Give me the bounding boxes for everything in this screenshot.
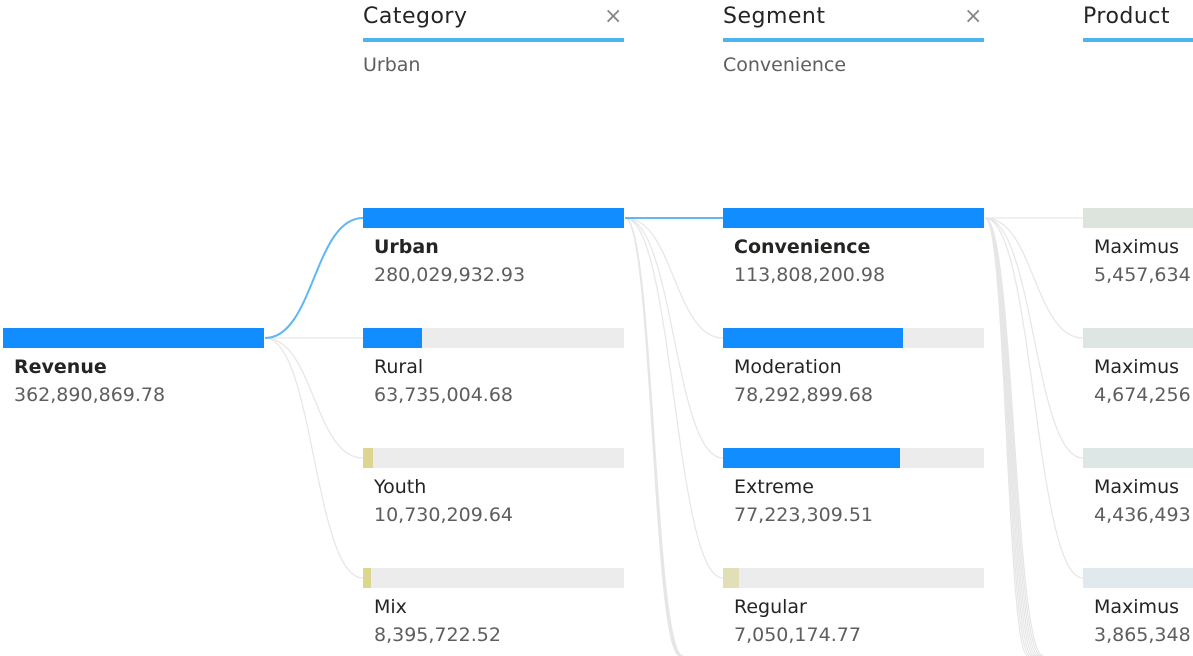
node-label: Convenience xyxy=(734,236,871,258)
connector-line xyxy=(264,337,364,579)
bar-fill xyxy=(363,328,422,348)
node-label: Maximus xyxy=(1094,596,1180,618)
column-underline xyxy=(363,38,624,42)
connector-line xyxy=(984,217,1040,656)
node-label: Maximus xyxy=(1094,476,1180,498)
category-node-rural[interactable]: Rural 63,735,004.68 xyxy=(363,328,624,416)
node-value: 113,808,200.98 xyxy=(734,264,886,286)
connector-line xyxy=(984,217,1036,656)
bar-fill xyxy=(723,448,900,468)
root-node[interactable]: Revenue 362,890,869.78 xyxy=(3,328,264,416)
category-node-mix[interactable]: Mix 8,395,722.52 xyxy=(363,568,624,656)
category-node-youth[interactable]: Youth 10,730,209.64 xyxy=(363,448,624,536)
connector-line xyxy=(624,217,724,459)
bar-track xyxy=(1083,448,1193,468)
node-label: Maximus xyxy=(1094,236,1180,258)
bar-track xyxy=(3,328,264,348)
column-title: Product xyxy=(1083,4,1171,29)
node-value: 7,050,174.77 xyxy=(734,624,861,646)
column-header-product: Product xyxy=(1083,0,1193,44)
connector-line xyxy=(624,217,684,656)
product-node[interactable]: Maximus 4,674,256 xyxy=(1083,328,1193,416)
bar-track xyxy=(363,568,624,588)
connector-line xyxy=(984,217,1044,656)
column-filter-segment: Convenience xyxy=(723,54,847,76)
close-icon[interactable]: × xyxy=(604,6,622,30)
segment-node-extreme[interactable]: Extreme 77,223,309.51 xyxy=(723,448,984,536)
column-header-category: Category × xyxy=(363,0,624,44)
node-value: 4,436,493 xyxy=(1094,504,1191,526)
bar-fill xyxy=(723,328,903,348)
connector-line xyxy=(984,217,1038,656)
bar-track xyxy=(1083,328,1193,348)
node-value: 280,029,932.93 xyxy=(374,264,526,286)
node-label: Moderation xyxy=(734,356,842,378)
column-underline xyxy=(723,38,984,42)
column-title: Segment xyxy=(723,4,826,29)
node-value: 78,292,899.68 xyxy=(734,384,874,406)
bar-fill xyxy=(363,208,624,228)
bar-fill xyxy=(363,448,373,468)
node-label: Extreme xyxy=(734,476,814,498)
node-value: 3,865,348 xyxy=(1094,624,1191,646)
node-value: 4,674,256 xyxy=(1094,384,1191,406)
column-header-segment: Segment × xyxy=(723,0,984,44)
bar-fill xyxy=(723,568,739,588)
node-value: 8,395,722.52 xyxy=(374,624,501,646)
node-value: 362,890,869.78 xyxy=(14,384,166,406)
node-label: Urban xyxy=(374,236,439,258)
connector-line xyxy=(984,217,1084,459)
column-filter-category: Urban xyxy=(363,54,421,76)
category-node-urban[interactable]: Urban 280,029,932.93 xyxy=(363,208,624,296)
node-value: 5,457,634 xyxy=(1094,264,1191,286)
node-value: 10,730,209.64 xyxy=(374,504,514,526)
bar-track xyxy=(1083,208,1193,228)
segment-node-moderation[interactable]: Moderation 78,292,899.68 xyxy=(723,328,984,416)
node-label: Mix xyxy=(374,596,407,618)
segment-node-convenience[interactable]: Convenience 113,808,200.98 xyxy=(723,208,984,296)
bar-track xyxy=(1083,568,1193,588)
node-value: 63,735,004.68 xyxy=(374,384,514,406)
bar-fill xyxy=(723,208,984,228)
column-title: Category xyxy=(363,4,468,29)
node-label: Maximus xyxy=(1094,356,1180,378)
node-label: Regular xyxy=(734,596,807,618)
connector-line-active xyxy=(264,217,364,339)
bar-fill xyxy=(363,568,371,588)
node-label: Revenue xyxy=(14,356,107,378)
segment-node-regular[interactable]: Regular 7,050,174.77 xyxy=(723,568,984,656)
node-label: Rural xyxy=(374,356,424,378)
connector-line xyxy=(264,337,364,459)
product-node[interactable]: Maximus 4,436,493 xyxy=(1083,448,1193,536)
close-icon[interactable]: × xyxy=(964,6,982,30)
column-underline xyxy=(1083,38,1193,42)
node-label: Youth xyxy=(374,476,427,498)
product-node[interactable]: Maximus 3,865,348 xyxy=(1083,568,1193,656)
connector-line xyxy=(624,217,724,339)
connector-line xyxy=(984,217,1042,656)
bar-track xyxy=(723,568,984,588)
node-value: 77,223,309.51 xyxy=(734,504,874,526)
product-node[interactable]: Maximus 5,457,634 xyxy=(1083,208,1193,296)
bar-track xyxy=(363,448,624,468)
